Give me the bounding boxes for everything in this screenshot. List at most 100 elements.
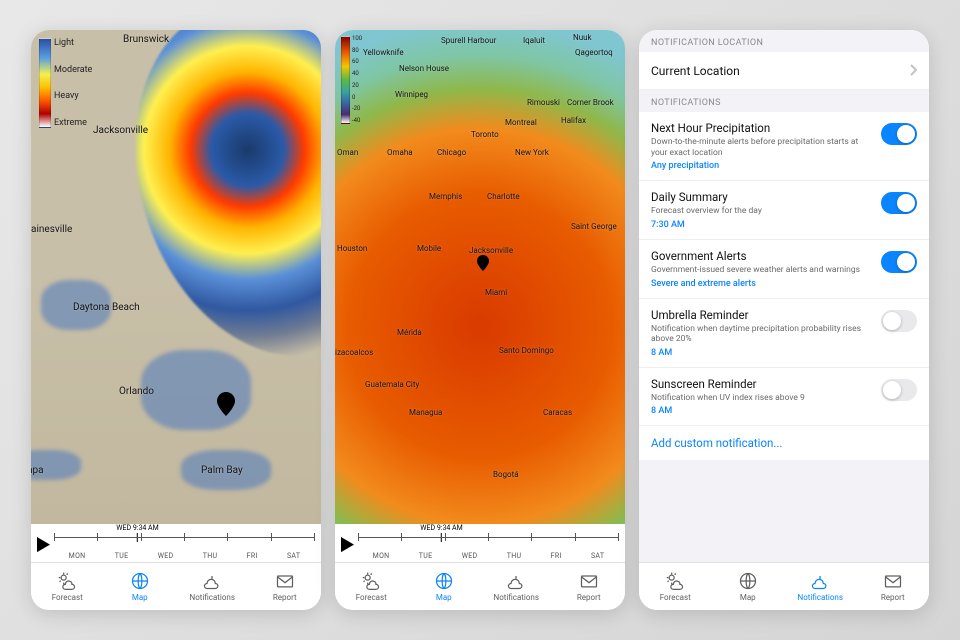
city-label: Montreal xyxy=(505,118,537,127)
tab-notifications[interactable]: Notifications xyxy=(176,563,249,610)
envelope-icon xyxy=(579,571,599,591)
timeline-day: MON xyxy=(373,552,390,560)
toggle-umbrella[interactable] xyxy=(881,310,917,332)
tab-map[interactable]: Map xyxy=(104,563,177,610)
timeline-day: FRI xyxy=(551,552,562,560)
legend-light: Light xyxy=(54,38,92,48)
notification-title: Sunscreen Reminder xyxy=(651,377,873,391)
tab-label: Report xyxy=(273,593,297,602)
tab-map[interactable]: Map xyxy=(408,563,481,610)
timeline[interactable]: WED 9:34 AM MON TUE WED THU FRI SAT xyxy=(335,524,625,562)
notification-row-sunscreen[interactable]: Sunscreen Reminder Notification when UV … xyxy=(639,368,929,427)
tab-notifications[interactable]: Notifications xyxy=(480,563,553,610)
timeline-day: MON xyxy=(69,552,86,560)
tab-bar: Forecast Map Notifications Report xyxy=(639,562,929,610)
timeline-day: WED xyxy=(462,552,478,560)
city-label: Halifax xyxy=(561,116,586,125)
timeline-current-label: WED 9:34 AM xyxy=(420,524,462,532)
row-title: Current Location xyxy=(651,64,909,78)
notification-detail: 8 AM xyxy=(651,348,873,358)
tab-forecast[interactable]: Forecast xyxy=(31,563,104,610)
legend-tick: 0 xyxy=(352,95,362,101)
city-label: Nuuk xyxy=(573,33,592,42)
cloud-alert-icon xyxy=(810,571,830,591)
chevron-right-icon xyxy=(909,61,917,80)
legend-moderate: Moderate xyxy=(54,65,92,75)
notification-title: Government Alerts xyxy=(651,249,873,263)
tab-forecast[interactable]: Forecast xyxy=(335,563,408,610)
city-label: Saint George xyxy=(571,222,617,231)
tab-label: Forecast xyxy=(356,593,387,602)
city-label: Spurell Harbour xyxy=(441,36,496,45)
cloud-sun-icon xyxy=(57,571,77,591)
notification-title: Umbrella Reminder xyxy=(651,308,873,322)
city-label: izacoalcos xyxy=(335,348,373,357)
city-label: Winnipeg xyxy=(395,90,428,99)
notification-row-government[interactable]: Government Alerts Government-issued seve… xyxy=(639,240,929,299)
tab-map[interactable]: Map xyxy=(712,563,785,610)
section-header-location: NOTIFICATION LOCATION xyxy=(639,30,929,52)
row-current-location[interactable]: Current Location xyxy=(639,52,929,90)
play-icon[interactable] xyxy=(341,537,354,550)
city-gainesville: ainesville xyxy=(31,224,72,235)
timeline-days: MON TUE WED THU FRI SAT xyxy=(358,552,619,560)
notification-row-daily[interactable]: Daily Summary Forecast overview for the … xyxy=(639,181,929,240)
notification-row-umbrella[interactable]: Umbrella Reminder Notification when dayt… xyxy=(639,299,929,368)
timeline-current-label: WED 9:34 AM xyxy=(116,524,158,532)
map-pin-icon[interactable] xyxy=(477,255,489,271)
legend-tick: 20 xyxy=(352,83,362,89)
city-label: Houston xyxy=(337,244,367,253)
city-brunswick: Brunswick xyxy=(123,34,169,45)
tab-report[interactable]: Report xyxy=(857,563,930,610)
play-icon[interactable] xyxy=(37,537,50,550)
radar-map[interactable]: Light Moderate Heavy Extreme Brunswick J… xyxy=(31,30,321,524)
legend-tick: 100 xyxy=(352,36,362,42)
tab-label: Report xyxy=(881,593,905,602)
toggle-government[interactable] xyxy=(881,251,917,273)
temperature-map[interactable]: 100 80 60 40 20 0 -20 -40 Yellowknife Sp… xyxy=(335,30,625,524)
city-label: Iqaluit xyxy=(523,36,545,45)
tab-notifications[interactable]: Notifications xyxy=(784,563,857,610)
notification-desc: Notification when UV index rises above 9 xyxy=(651,393,873,404)
toggle-daily[interactable] xyxy=(881,192,917,214)
temperature-legend-bar xyxy=(341,36,350,124)
tab-bar: Forecast Map Notifications Report xyxy=(335,562,625,610)
notification-title: Next Hour Precipitation xyxy=(651,121,873,135)
city-label: Mobile xyxy=(417,244,441,253)
envelope-icon xyxy=(883,571,903,591)
timeline[interactable]: WED 9:34 AM MON TUE WED THU FRI SAT xyxy=(31,524,321,562)
cloud-sun-icon xyxy=(361,571,381,591)
tab-report[interactable]: Report xyxy=(249,563,322,610)
notification-detail: 7:30 AM xyxy=(651,220,873,230)
legend-tick: -40 xyxy=(352,118,362,124)
toggle-precipitation[interactable] xyxy=(881,123,917,145)
timeline-day: SAT xyxy=(591,552,604,560)
add-custom-notification[interactable]: Add custom notification... xyxy=(639,426,929,460)
tab-forecast[interactable]: Forecast xyxy=(639,563,712,610)
envelope-icon xyxy=(275,571,295,591)
city-label: Corner Brook xyxy=(567,98,614,107)
cloud-alert-icon xyxy=(506,571,526,591)
radar-legend-bar xyxy=(39,38,51,128)
city-label: Santo Domingo xyxy=(499,346,554,355)
tab-report[interactable]: Report xyxy=(553,563,626,610)
tab-label: Report xyxy=(577,593,601,602)
map-pin-icon[interactable] xyxy=(217,392,235,416)
timeline-day: THU xyxy=(203,552,218,560)
timeline-days: MON TUE WED THU FRI SAT xyxy=(54,552,315,560)
notification-row-precipitation[interactable]: Next Hour Precipitation Down-to-the-minu… xyxy=(639,112,929,181)
toggle-sunscreen[interactable] xyxy=(881,379,917,401)
notification-desc: Notification when daytime precipitation … xyxy=(651,324,873,345)
notification-detail: Severe and extreme alerts xyxy=(651,279,873,289)
legend-tick: -20 xyxy=(352,106,362,112)
legend-tick: 40 xyxy=(352,71,362,77)
tab-label: Forecast xyxy=(52,593,83,602)
city-label: Toronto xyxy=(471,130,499,139)
timeline-day: SAT xyxy=(287,552,300,560)
city-label: Nelson House xyxy=(399,64,449,73)
timeline-day: TUE xyxy=(115,552,129,560)
city-label: Chicago xyxy=(437,148,466,157)
temperature-legend: 100 80 60 40 20 0 -20 -40 xyxy=(341,36,362,124)
globe-icon xyxy=(130,571,150,591)
legend-tick: 80 xyxy=(352,48,362,54)
